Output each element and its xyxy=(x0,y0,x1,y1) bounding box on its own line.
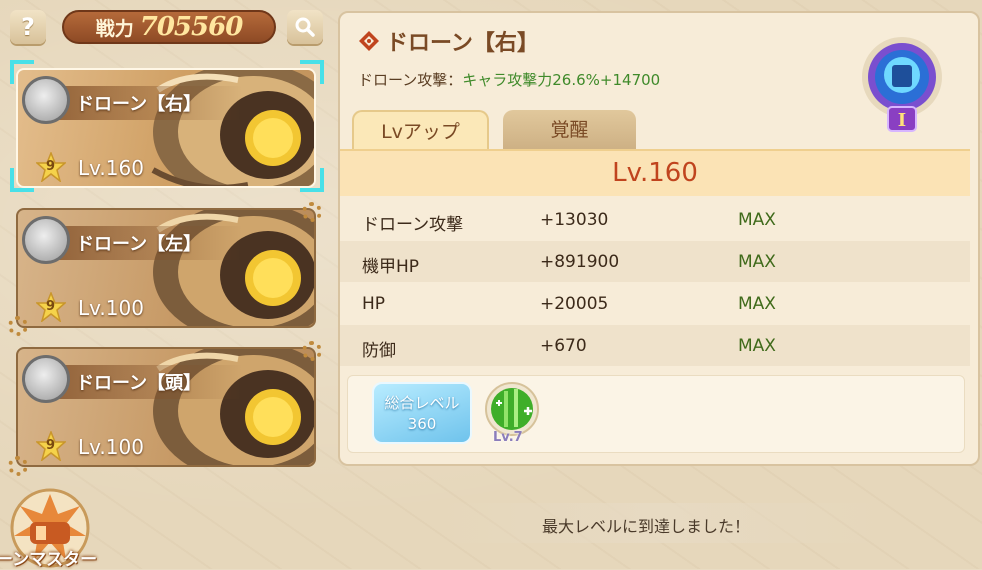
drone-name: ドローン【左】 xyxy=(76,234,202,255)
star-count: 9 xyxy=(46,299,56,314)
star-count: 9 xyxy=(46,159,56,174)
selection-corner xyxy=(300,60,324,84)
stat-value: +13030 xyxy=(540,210,609,230)
gear-decoration-icon xyxy=(302,202,322,222)
stat-name: ドローン攻撃 xyxy=(362,215,464,235)
drone-level: Lv.100 xyxy=(78,435,144,459)
combat-power-label: 戦力 xyxy=(95,17,134,40)
tab-level-up[interactable]: Lvアップ xyxy=(352,110,489,150)
skill-level: Lv.7 xyxy=(493,430,523,445)
total-level-button[interactable]: 総合レベル 360 xyxy=(372,382,472,444)
total-level-label: 総合レベル xyxy=(384,394,460,412)
drone-level: Lv.160 xyxy=(78,156,144,180)
effect-value: キャラ攻撃力26.6%+14700 xyxy=(462,71,661,89)
stat-row: 機甲HP +891900 MAX xyxy=(340,241,970,282)
rank-numeral: I xyxy=(898,110,906,131)
current-level: Lv.160 xyxy=(612,158,698,188)
drone-name: ドローン【頭】 xyxy=(76,373,202,394)
stat-name: HP xyxy=(362,294,386,314)
drone-portrait-icon xyxy=(22,216,70,264)
detail-title: ドローン【右】 xyxy=(358,25,539,57)
combat-power-value: 705560 xyxy=(139,12,244,42)
drone-card-left[interactable]: ドローン【左】 9 Lv.100 xyxy=(16,208,316,328)
stat-value: +670 xyxy=(540,336,587,356)
drone-level: Lv.100 xyxy=(78,296,144,320)
max-level-message: 最大レベルに到達しました！ xyxy=(541,517,750,536)
stat-name: 機甲HP xyxy=(362,257,420,277)
effect-description: ドローン攻撃：キャラ攻撃力26.6%+14700 xyxy=(358,69,660,90)
drone-card-head[interactable]: ドローン【頭】 9 Lv.100 xyxy=(16,347,316,467)
selection-corner xyxy=(300,168,324,192)
stat-name: 防御 xyxy=(362,341,396,361)
drone-name: ドローン【右】 xyxy=(76,94,202,115)
search-button[interactable] xyxy=(287,10,323,44)
combat-power-display: 戦力 705560 xyxy=(62,10,276,44)
stat-status: MAX xyxy=(738,336,776,356)
tab-awakening[interactable]: 覚醒 xyxy=(503,110,636,150)
level-bar: Lv.160 xyxy=(340,149,970,196)
stat-value: +891900 xyxy=(540,252,620,272)
stat-status: MAX xyxy=(738,210,776,230)
gear-decoration-icon xyxy=(302,341,322,361)
drone-rank-badge: I xyxy=(862,37,942,132)
drone-master-label[interactable]: ーンマスター xyxy=(0,545,97,570)
effect-label: ドローン攻撃： xyxy=(358,71,463,89)
search-icon xyxy=(295,17,315,37)
stat-row: 防御 +670 MAX xyxy=(340,325,970,366)
help-button[interactable]: ? xyxy=(10,10,46,44)
stat-row: HP +20005 MAX xyxy=(340,283,970,324)
stat-status: MAX xyxy=(738,252,776,272)
selection-corner xyxy=(10,60,34,84)
total-level-value: 360 xyxy=(407,415,437,433)
stat-value: +20005 xyxy=(540,294,609,314)
drone-portrait-icon xyxy=(22,355,70,403)
stat-status: MAX xyxy=(738,294,776,314)
skill-icon[interactable] xyxy=(484,381,540,437)
gear-decoration-icon xyxy=(8,456,28,476)
selection-corner xyxy=(10,168,34,192)
diamond-icon xyxy=(359,31,379,51)
stat-row: ドローン攻撃 +13030 MAX xyxy=(340,199,970,240)
drone-card-right[interactable]: ドローン【右】 9 Lv.160 xyxy=(16,68,316,188)
star-count: 9 xyxy=(46,438,56,453)
gear-decoration-icon xyxy=(8,316,28,336)
detail-title-text: ドローン【右】 xyxy=(386,31,539,56)
